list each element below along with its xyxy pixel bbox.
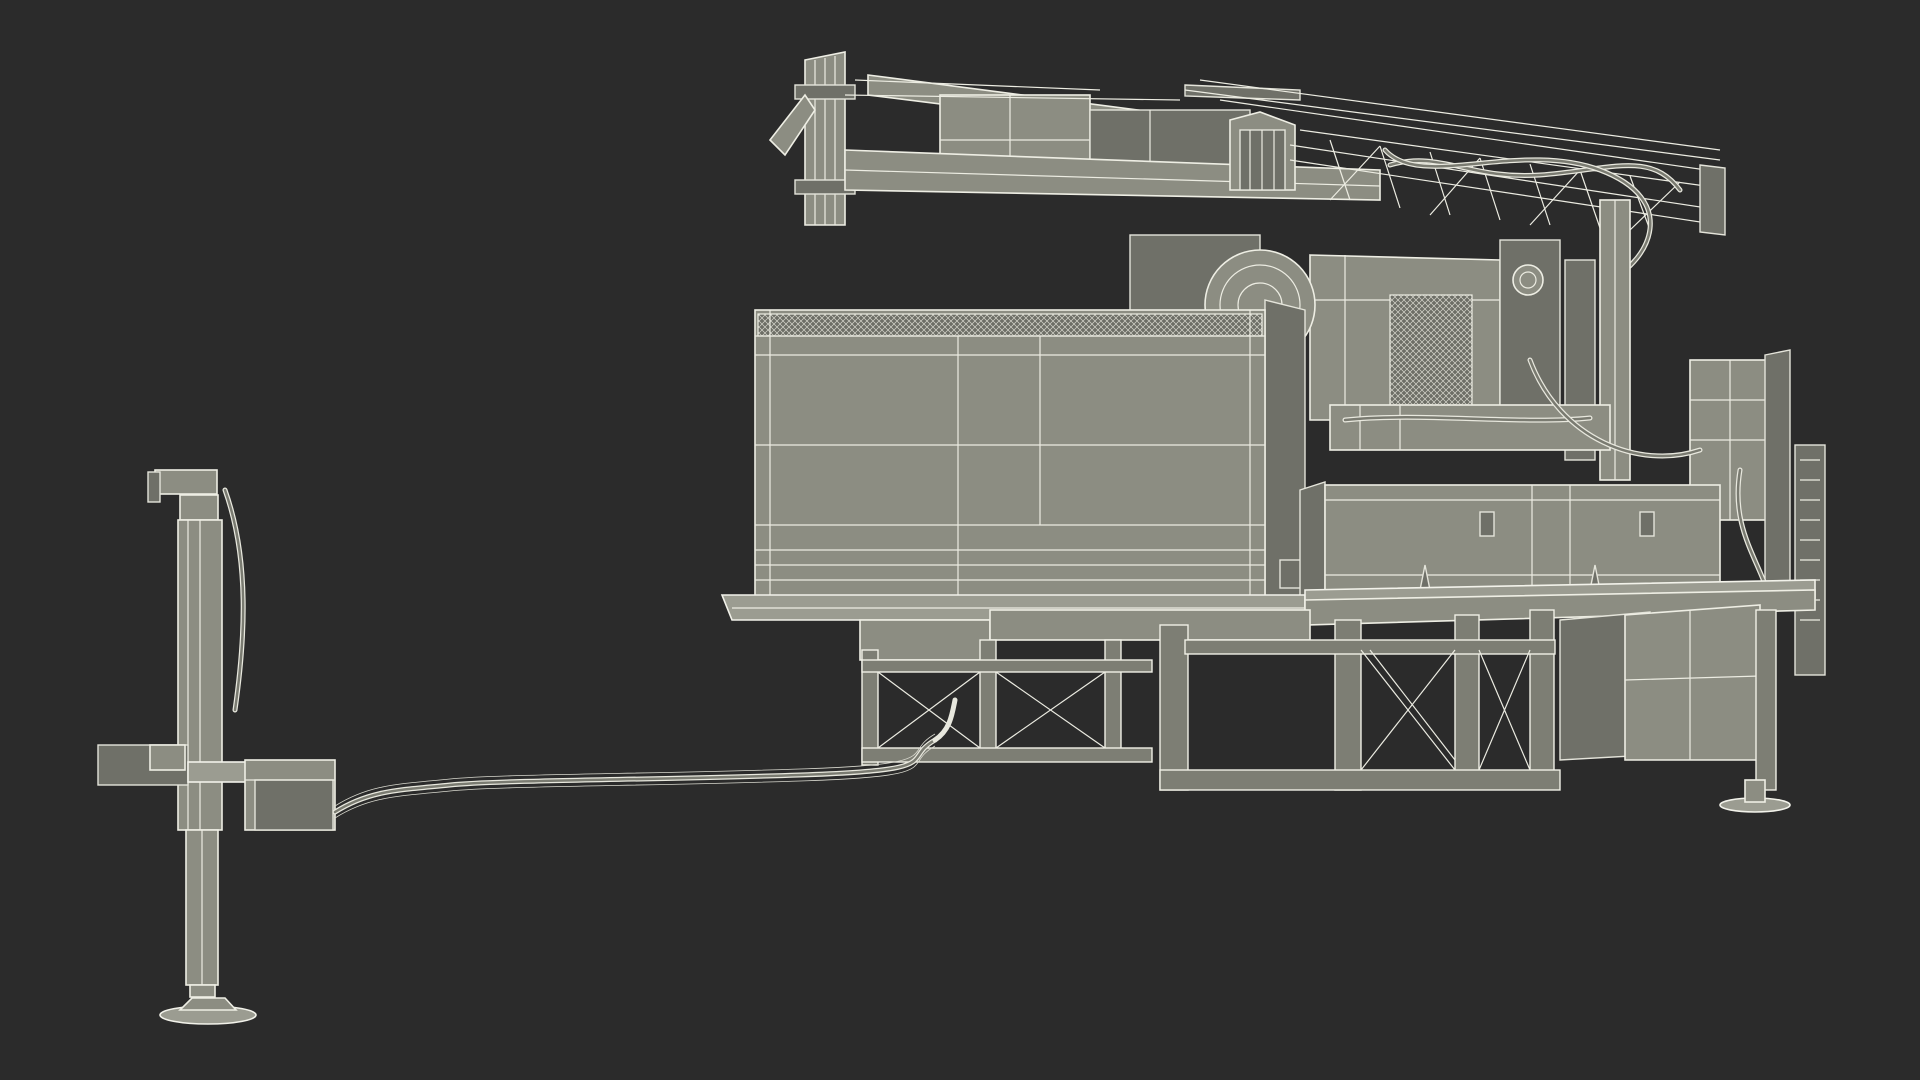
main-tank — [754, 299, 1306, 606]
render-viewport — [0, 0, 1920, 1080]
wireframe-model — [97, 51, 1826, 1025]
outrigger-jack — [97, 469, 336, 1025]
